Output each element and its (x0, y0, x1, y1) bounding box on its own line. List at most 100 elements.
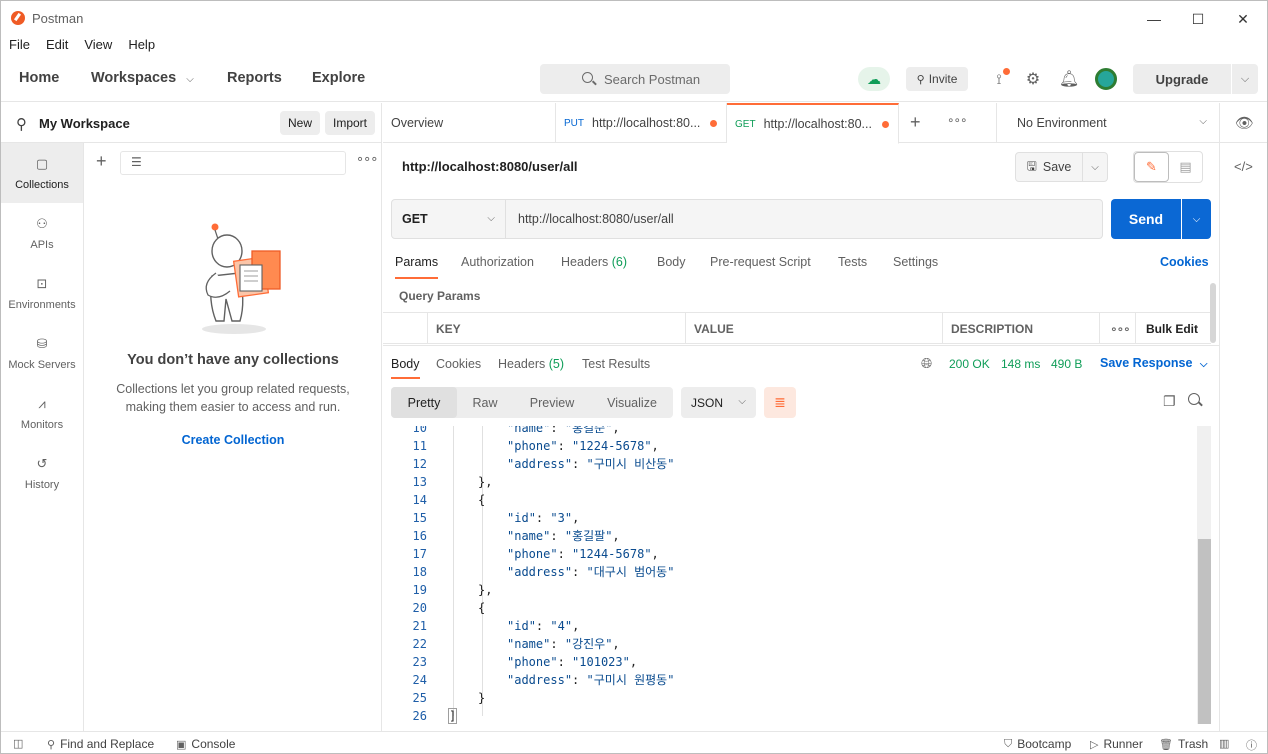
nav-home[interactable]: Home (19, 70, 59, 86)
filter-icon: ☰ (131, 155, 142, 169)
comments-icon[interactable]: ▤ (1169, 152, 1202, 182)
console-button[interactable]: ▣ Console (176, 737, 235, 751)
create-collection-link[interactable]: Create Collection (84, 433, 382, 447)
params-scrollbar[interactable] (1210, 283, 1216, 343)
workspace-name[interactable]: My Workspace (39, 116, 130, 131)
sidebar-item-environments[interactable]: ⊡ Environments (1, 263, 83, 323)
menu-file[interactable]: File (1, 35, 38, 55)
trash-button[interactable]: 🗑︎ Trash (1159, 737, 1208, 751)
nav-explore[interactable]: Explore (312, 70, 365, 86)
sidebar-item-history[interactable]: ↺ History (1, 443, 83, 503)
search-postman-input[interactable]: Search Postman (540, 64, 730, 94)
import-button[interactable]: Import (325, 111, 376, 135)
filter-collections-input[interactable]: ☰ (120, 151, 346, 175)
http-method-select[interactable]: GET ⌵ (391, 199, 506, 239)
send-button[interactable]: Send (1111, 199, 1181, 239)
sidebar-item-label: APIs (30, 238, 54, 251)
sidebar-item-monitors[interactable]: ⩘ Monitors (1, 383, 83, 443)
line-content: "name": "홍길순", (507, 426, 620, 437)
view-pretty[interactable]: Pretty (391, 387, 457, 418)
response-body-underline (391, 377, 420, 379)
response-size[interactable]: 490 B (1051, 357, 1082, 371)
globe-icon[interactable]: 🌐︎ (921, 355, 932, 372)
column-more-icon[interactable]: ∘∘∘ (1099, 313, 1135, 344)
menu-help[interactable]: Help (120, 35, 163, 55)
tab-authorization[interactable]: Authorization (461, 255, 534, 269)
environment-select[interactable]: No Environment ⌵ (996, 103, 1219, 143)
code-line: 11 "phone": "1224-5678", (383, 437, 1193, 455)
nav-reports[interactable]: Reports (227, 70, 282, 86)
tabs-more-icon[interactable]: ∘∘∘ (947, 113, 968, 127)
nav-workspaces[interactable]: Workspaces ⌵ (91, 70, 194, 86)
view-raw[interactable]: Raw (457, 387, 513, 418)
bulk-edit-button[interactable]: Bulk Edit (1135, 313, 1211, 344)
search-icon[interactable] (1188, 393, 1200, 405)
request-title[interactable]: http://localhost:8080/user/all (402, 159, 578, 174)
close-button[interactable]: ✕ (1220, 7, 1266, 31)
new-button[interactable]: New (280, 111, 321, 135)
response-scrollbar-thumb[interactable] (1198, 539, 1211, 724)
response-tab-headers[interactable]: Headers (5) (498, 357, 564, 371)
runner-button[interactable]: ▷ Runner (1090, 737, 1143, 751)
view-visualize[interactable]: Visualize (591, 387, 673, 418)
notifications-bell-icon[interactable]: 🔔︎ (1058, 68, 1080, 90)
sync-cloud-icon[interactable]: ☁ (858, 67, 890, 91)
line-content: "address": "구미시 원평동" (507, 673, 675, 687)
response-status[interactable]: 200 OK (949, 357, 990, 371)
code-snippet-icon[interactable]: </> (1234, 159, 1253, 174)
upgrade-button[interactable]: Upgrade (1133, 64, 1231, 94)
json-punctuation: }, (478, 475, 493, 489)
tab-overview[interactable]: Overview (383, 103, 555, 143)
tab-get-request[interactable]: GET http://localhost:80... (727, 103, 899, 144)
cookies-link[interactable]: Cookies (1160, 255, 1209, 269)
edit-pencil-icon[interactable]: ✎ (1134, 152, 1169, 182)
settings-gear-icon[interactable]: ⚙ (1022, 68, 1044, 90)
view-preview[interactable]: Preview (513, 387, 591, 418)
json-key: name (514, 637, 544, 651)
menu-edit[interactable]: Edit (38, 35, 76, 55)
tab-body[interactable]: Body (657, 255, 686, 269)
environment-quick-look-eye-icon[interactable]: 👁︎ (1219, 103, 1267, 143)
save-chevron-down-icon[interactable]: ⌵ (1083, 152, 1108, 182)
bootcamp-button[interactable]: ⛉ Bootcamp (1004, 737, 1071, 751)
upgrade-chevron-down-icon[interactable]: ⌵ (1232, 64, 1258, 94)
send-chevron-down-icon[interactable]: ⌵ (1182, 199, 1211, 239)
code-line: 12 "address": "구미시 비산동" (383, 455, 1193, 473)
response-body-code[interactable]: 10 "name": "홍길순", 11 "phone": "1224-5678", 1… (383, 426, 1211, 726)
sidebar-item-apis[interactable]: ⚇ APIs (1, 203, 83, 263)
help-icon[interactable]: ⓘ (1246, 737, 1257, 753)
find-and-replace-button[interactable]: ⚲ Find and Replace (47, 737, 154, 751)
json-punctuation: { (478, 601, 486, 615)
tab-headers[interactable]: Headers (6) (561, 255, 627, 269)
tab-params[interactable]: Params (395, 255, 438, 269)
response-time[interactable]: 148 ms (1001, 357, 1040, 371)
toggle-sidebar-icon[interactable]: ◫ (13, 737, 23, 750)
save-response-button[interactable]: Save Response ⌵ (1100, 356, 1208, 370)
response-tab-cookies[interactable]: Cookies (436, 357, 481, 371)
satellite-icon[interactable]: ⟟ (988, 68, 1010, 90)
new-tab-plus-icon[interactable]: + (910, 112, 921, 133)
tab-pre-request-script[interactable]: Pre-request Script (710, 255, 811, 269)
two-pane-view-icon[interactable]: ▥ (1219, 737, 1229, 750)
avatar[interactable] (1095, 68, 1117, 90)
line-number: 13 (412, 475, 427, 489)
wrap-lines-icon[interactable]: ≣ (764, 387, 796, 418)
tab-tests[interactable]: Tests (838, 255, 867, 269)
tab-put-request[interactable]: PUT http://localhost:80... (555, 103, 727, 143)
save-button[interactable]: 🖫︎ Save (1015, 152, 1083, 182)
response-tab-body[interactable]: Body (391, 357, 420, 371)
tab-settings[interactable]: Settings (893, 255, 938, 269)
minimize-button[interactable]: — (1131, 7, 1177, 31)
menu-view[interactable]: View (76, 35, 120, 55)
sidebar-item-mock-servers[interactable]: ⛁ Mock Servers (1, 323, 83, 383)
response-format-select[interactable]: JSON ⌵ (681, 387, 756, 418)
add-collection-plus-icon[interactable]: + (96, 151, 107, 172)
maximize-button[interactable]: ☐ (1175, 7, 1221, 31)
request-url-input[interactable]: http://localhost:8080/user/all (506, 199, 1103, 239)
copy-icon[interactable]: ❐ (1163, 393, 1176, 410)
json-value: 3 (557, 511, 565, 525)
response-tab-test-results[interactable]: Test Results (582, 357, 650, 371)
more-options-icon[interactable]: ∘∘∘ (356, 151, 378, 167)
invite-button[interactable]: ⚲ Invite (906, 67, 968, 91)
sidebar-item-collections[interactable]: ▢ Collections (1, 143, 83, 203)
